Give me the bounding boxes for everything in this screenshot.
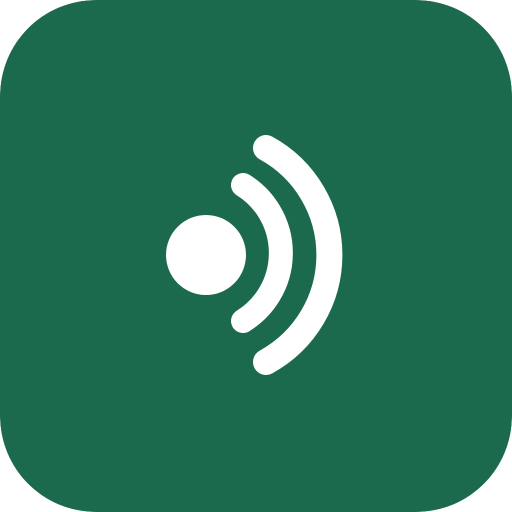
broadcast-signal-icon <box>0 0 512 512</box>
app-icon-tile[interactable] <box>0 0 512 512</box>
signal-source-dot <box>166 215 246 295</box>
icon-background <box>0 0 512 512</box>
